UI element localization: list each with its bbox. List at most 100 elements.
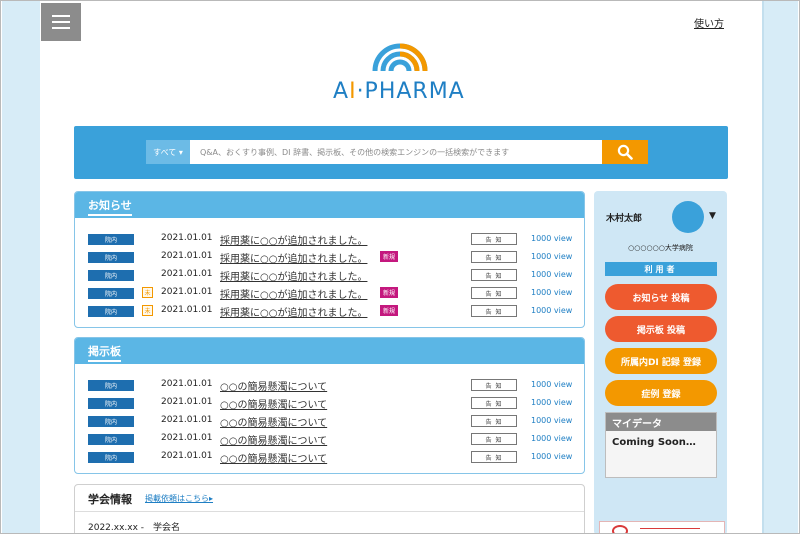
notice-row[interactable]: 院内 未 2021.01.01 採用薬に○○が追加されました。 新規 告知 10…	[75, 302, 584, 320]
board-row[interactable]: 院内 2021.01.01 ○○の簡易懸濁について 告知 1000 view	[75, 430, 584, 448]
page-frame: 使い方 AI·PHARMA すべて ▾ お知らせ 院内 2021.01	[0, 0, 800, 534]
view-count[interactable]: 1000 view	[531, 234, 572, 243]
notice-title-link[interactable]: 採用薬に○○が追加されました。	[220, 250, 367, 265]
post-title-link[interactable]: ○○の簡易懸濁について	[220, 414, 327, 429]
kind-label: 告知	[471, 251, 517, 263]
board-row[interactable]: 院内 2021.01.01 ○○の簡易懸濁について 告知 1000 view	[75, 448, 584, 466]
kind-label: 告知	[471, 451, 517, 463]
right-margin-band	[762, 1, 798, 533]
notices-header: お知らせ	[75, 192, 584, 218]
scope-tag: 院内	[88, 416, 134, 427]
board-row[interactable]: 院内 2021.01.01 ○○の簡易懸濁について 告知 1000 view	[75, 412, 584, 430]
view-count[interactable]: 1000 view	[531, 380, 572, 389]
notice-date: 2021.01.01	[161, 305, 213, 315]
kind-label: 告知	[471, 305, 517, 317]
left-margin-band	[2, 1, 40, 533]
new-badge: 新規	[380, 287, 399, 298]
board-row[interactable]: 院内 2021.01.01 ○○の簡易懸濁について 告知 1000 view	[75, 376, 584, 394]
kind-label: 告知	[471, 287, 517, 299]
notice-row[interactable]: 院内 2021.01.01 採用薬に○○が追加されました。 新規 告知 1000…	[75, 248, 584, 266]
notice-title-link[interactable]: 採用薬に○○が追加されました。	[220, 304, 367, 319]
board-row[interactable]: 院内 2021.01.01 ○○の簡易懸濁について 告知 1000 view	[75, 394, 584, 412]
kind-label: 告知	[471, 397, 517, 409]
view-count[interactable]: 1000 view	[531, 452, 572, 461]
mydata-panel: マイデータ Coming Soon…	[605, 412, 717, 478]
mydata-title: マイデータ	[606, 413, 716, 431]
hospital-name: ○○○○○○大学病院	[628, 244, 693, 252]
help-link[interactable]: 使い方	[694, 15, 724, 30]
view-count[interactable]: 1000 view	[531, 434, 572, 443]
board-card: 掲示板 院内 2021.01.01 ○○の簡易懸濁について 告知 1000 vi…	[74, 337, 585, 474]
conference-card: 学会情報 掲載依頼はこちら▸ 2022.xx.xx - 学会名	[74, 484, 585, 533]
register-case-button[interactable]: 症例 登録	[605, 380, 717, 406]
hamburger-icon	[52, 15, 70, 17]
view-count[interactable]: 1000 view	[531, 398, 572, 407]
logo: AI·PHARMA	[333, 39, 473, 104]
notice-row[interactable]: 院内 2021.01.01 採用薬に○○が追加されました。 告知 1000 vi…	[75, 266, 584, 284]
post-title-link[interactable]: ○○の簡易懸濁について	[220, 432, 327, 447]
scope-tag: 院内	[88, 434, 134, 445]
banner-thumbnail[interactable]	[599, 521, 725, 533]
post-title-link[interactable]: ○○の簡易懸濁について	[220, 396, 327, 411]
post-date: 2021.01.01	[161, 433, 213, 443]
search-panel: すべて ▾	[74, 126, 728, 179]
notice-title-link[interactable]: 採用薬に○○が追加されました。	[220, 268, 367, 283]
view-count[interactable]: 1000 view	[531, 416, 572, 425]
conference-item[interactable]: 2022.xx.xx - 学会名	[88, 520, 180, 533]
notice-date: 2021.01.01	[161, 233, 213, 243]
search-category-select[interactable]: すべて ▾	[146, 140, 190, 164]
view-count[interactable]: 1000 view	[531, 306, 572, 315]
post-title-link[interactable]: ○○の簡易懸濁について	[220, 450, 327, 465]
conference-title: 学会情報	[88, 493, 132, 506]
scope-tag: 院内	[88, 452, 134, 463]
notice-date: 2021.01.01	[161, 287, 213, 297]
view-count[interactable]: 1000 view	[531, 252, 572, 261]
view-count[interactable]: 1000 view	[531, 288, 572, 297]
search-button[interactable]	[602, 140, 648, 164]
kind-label: 告知	[471, 433, 517, 445]
mydata-body: Coming Soon…	[612, 437, 696, 448]
notice-row[interactable]: 院内 2021.01.01 採用薬に○○が追加されました。 告知 1000 vi…	[75, 230, 584, 248]
new-badge: 新規	[380, 305, 399, 316]
post-board-button[interactable]: 掲示板 投稿	[605, 316, 717, 342]
hamburger-menu-button[interactable]	[41, 3, 81, 41]
scope-tag: 院内	[88, 252, 134, 263]
signal-waves-icon	[372, 43, 428, 72]
view-count[interactable]: 1000 view	[531, 270, 572, 279]
search-icon	[617, 144, 633, 160]
notice-row[interactable]: 院内 未 2021.01.01 採用薬に○○が追加されました。 新規 告知 10…	[75, 284, 584, 302]
scope-tag: 院内	[88, 380, 134, 391]
board-title: 掲示板	[88, 343, 121, 362]
unread-mark: 未	[142, 305, 153, 316]
scope-tag: 院内	[88, 270, 134, 281]
register-di-record-button[interactable]: 所属内DI 記録 登録	[605, 348, 717, 374]
unread-mark: 未	[142, 287, 153, 298]
role-label: 利用者	[605, 262, 717, 276]
post-title-link[interactable]: ○○の簡易懸濁について	[220, 378, 327, 393]
new-badge: 新規	[380, 251, 399, 262]
kind-label: 告知	[471, 415, 517, 427]
kind-label: 告知	[471, 379, 517, 391]
notices-title: お知らせ	[88, 197, 132, 216]
kind-label: 告知	[471, 233, 517, 245]
search-input[interactable]	[190, 140, 602, 164]
post-notice-button[interactable]: お知らせ 投稿	[605, 284, 717, 310]
post-date: 2021.01.01	[161, 415, 213, 425]
avatar[interactable]	[672, 201, 704, 233]
notices-card: お知らせ 院内 2021.01.01 採用薬に○○が追加されました。 告知 10…	[74, 191, 585, 328]
listing-request-link[interactable]: 掲載依頼はこちら▸	[145, 493, 213, 504]
user-name: 木村太郎	[606, 214, 643, 224]
notice-title-link[interactable]: 採用薬に○○が追加されました。	[220, 232, 367, 247]
notice-title-link[interactable]: 採用薬に○○が追加されました。	[220, 286, 367, 301]
chevron-down-icon[interactable]: ▼	[709, 211, 716, 221]
board-list: 院内 2021.01.01 ○○の簡易懸濁について 告知 1000 view 院…	[75, 364, 584, 466]
scope-tag: 院内	[88, 398, 134, 409]
scope-tag: 院内	[88, 234, 134, 245]
notice-date: 2021.01.01	[161, 269, 213, 279]
logo-wordmark: AI·PHARMA	[333, 79, 465, 104]
board-header: 掲示板	[75, 338, 584, 364]
kind-label: 告知	[471, 269, 517, 281]
divider	[75, 511, 584, 512]
post-date: 2021.01.01	[161, 451, 213, 461]
notice-date: 2021.01.01	[161, 251, 213, 261]
